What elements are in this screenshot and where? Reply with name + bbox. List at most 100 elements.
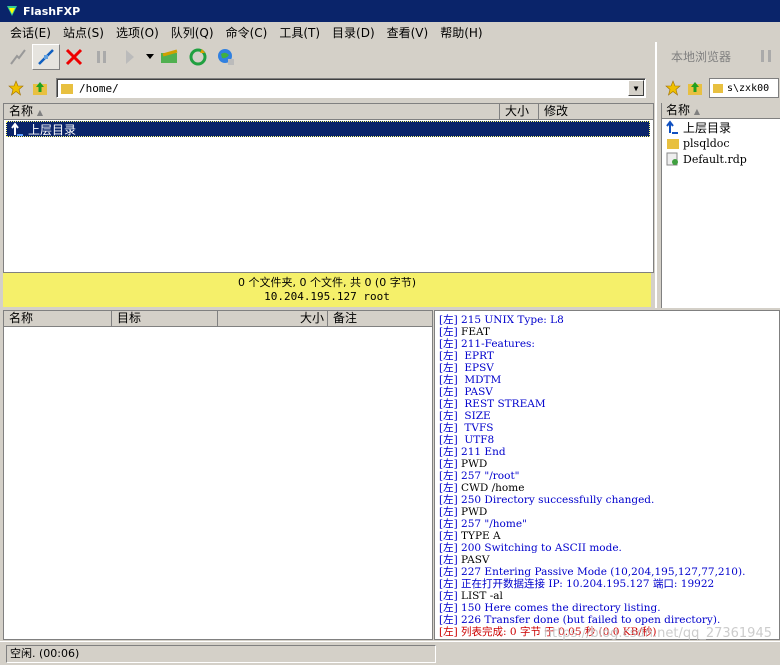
log-line: [左] 257 "/root": [435, 470, 779, 482]
remote-toolbar: [0, 42, 655, 72]
log-line: [左] 150 Here comes the directory listing…: [435, 602, 779, 614]
log-line-text: PASV: [461, 386, 493, 398]
log-line-tag: [左]: [439, 578, 458, 590]
site-manager-button[interactable]: [212, 44, 240, 70]
column-target[interactable]: 目标: [112, 311, 218, 327]
log-line-text: TVFS: [461, 422, 494, 434]
remote-path-value: /home/: [79, 81, 119, 95]
watermark: https://blog.csdn.net/qq_27361945: [543, 626, 772, 641]
flashfxp-logo-icon: [7, 6, 17, 16]
connect-button[interactable]: [4, 44, 32, 70]
list-item[interactable]: plsqldoc: [662, 135, 780, 151]
remote-file-list[interactable]: 名称 ▲ 大小 修改 上层目录: [3, 103, 654, 273]
log-line-text: PASV: [461, 554, 490, 566]
column-note[interactable]: 备注: [328, 311, 432, 327]
path-dropdown-button[interactable]: ▼: [628, 80, 644, 96]
favorites-star-icon[interactable]: [665, 80, 681, 96]
log-line-tag: [左]: [439, 422, 458, 434]
parent-folder-icon[interactable]: [32, 80, 48, 96]
column-size[interactable]: 大小: [500, 104, 539, 120]
log-line-text: 227 Entering Passive Mode (10,204,195,12…: [461, 566, 746, 578]
disconnect-button[interactable]: [32, 44, 60, 70]
log-line: [左] 257 "/home": [435, 518, 779, 530]
status-bar: 空闲. (00:06): [0, 641, 780, 665]
log-line-tag: [左]: [439, 470, 458, 482]
log-line: [左] 211 End: [435, 446, 779, 458]
log-line-tag: [左]: [439, 458, 458, 470]
folder-icon: [713, 84, 723, 93]
menu-view[interactable]: 查看(V): [381, 24, 435, 41]
log-line-tag: [左]: [439, 410, 458, 422]
log-line-tag: [左]: [439, 482, 458, 494]
list-item-label: Default.rdp: [683, 152, 747, 166]
local-column-name[interactable]: 名称 ▲: [662, 103, 780, 119]
up-dir-icon: [666, 120, 678, 134]
local-path-input[interactable]: s\zxk00: [709, 78, 779, 98]
log-line-text: REST STREAM: [461, 398, 546, 410]
menu-session[interactable]: 会话(E): [4, 24, 57, 41]
remote-status-host: 10.204.195.127 root: [264, 290, 390, 303]
pause-icon[interactable]: [758, 48, 774, 64]
log-line-text: 250 Directory successfully changed.: [461, 494, 655, 506]
column-modified[interactable]: 修改: [539, 104, 653, 120]
log-line-tag: [左]: [439, 554, 458, 566]
log-lines: [左] 215 UNIX Type: L8 [左] FEAT [左] 211-Fea…: [435, 311, 779, 638]
refresh-button[interactable]: [184, 44, 212, 70]
menu-help[interactable]: 帮助(H): [434, 24, 488, 41]
log-line-tag: [左]: [439, 350, 458, 362]
folder-icon: [61, 84, 73, 94]
folder-icon: [667, 139, 679, 149]
log-line: [左] EPRT: [435, 350, 779, 362]
transfer-go-icon: [126, 50, 134, 64]
favorites-star-icon[interactable]: [8, 80, 24, 96]
log-line-tag: [左]: [439, 566, 458, 578]
list-item[interactable]: 上层目录: [6, 121, 650, 137]
log-line: [左] 215 UNIX Type: L8: [435, 314, 779, 326]
column-name[interactable]: 名称: [4, 311, 112, 327]
log-line-tag: [左]: [439, 518, 458, 530]
log-line-text: MDTM: [461, 374, 502, 386]
menu-commands[interactable]: 命令(C): [220, 24, 274, 41]
list-item-label: plsqldoc: [683, 136, 730, 150]
log-line: [左] 200 Switching to ASCII mode.: [435, 542, 779, 554]
log-line-tag: [左]: [439, 386, 458, 398]
transfer-button[interactable]: [116, 44, 144, 70]
reconnect-button[interactable]: [156, 44, 184, 70]
list-item[interactable]: Default.rdp: [662, 151, 780, 167]
list-item[interactable]: 上层目录: [662, 119, 780, 135]
menu-tools[interactable]: 工具(T): [273, 24, 326, 41]
log-line: [左] LIST -al: [435, 590, 779, 602]
session-log[interactable]: [左] 215 UNIX Type: L8 [左] FEAT [左] 211-Fea…: [434, 310, 780, 640]
reconnect-icon: [161, 49, 178, 63]
local-file-list[interactable]: 名称 ▲ 上层目录 plsqldoc Default.rdp: [661, 103, 780, 308]
log-line: [左] TYPE A: [435, 530, 779, 542]
log-line-tag: [左]: [439, 530, 458, 542]
abort-button[interactable]: [60, 44, 88, 70]
menu-queue[interactable]: 队列(Q): [165, 24, 220, 41]
log-line-text: TYPE A: [461, 530, 501, 542]
remote-path-input[interactable]: /home/ ▼: [56, 78, 646, 98]
log-line-tag: [左]: [439, 590, 458, 602]
transfer-queue-list[interactable]: 名称 目标 大小 备注: [3, 310, 433, 640]
log-line-text: PWD: [461, 506, 488, 518]
log-line-tag: [左]: [439, 362, 458, 374]
local-path-value: s\zxk00: [727, 82, 770, 94]
window-title: FlashFXP: [23, 4, 81, 18]
list-item-label: 上层目录: [683, 120, 732, 135]
log-line-tag: [左]: [439, 338, 458, 350]
log-line: [左] MDTM: [435, 374, 779, 386]
column-name[interactable]: 名称 ▲: [4, 104, 500, 120]
pause-button[interactable]: [88, 44, 116, 70]
menu-sites[interactable]: 站点(S): [57, 24, 110, 41]
menu-directory[interactable]: 目录(D): [326, 24, 381, 41]
log-line-text: 211 End: [461, 446, 506, 458]
parent-folder-icon[interactable]: [687, 80, 703, 96]
transfer-dropdown[interactable]: [144, 44, 156, 70]
sort-asc-icon: ▲: [36, 108, 43, 117]
log-line: [左] UTF8: [435, 434, 779, 446]
log-line-text: EPSV: [461, 362, 494, 374]
column-size[interactable]: 大小: [218, 311, 328, 327]
log-line-text: LIST -al: [461, 590, 503, 602]
log-line-tag: [左]: [439, 374, 458, 386]
menu-options[interactable]: 选项(O): [110, 24, 165, 41]
